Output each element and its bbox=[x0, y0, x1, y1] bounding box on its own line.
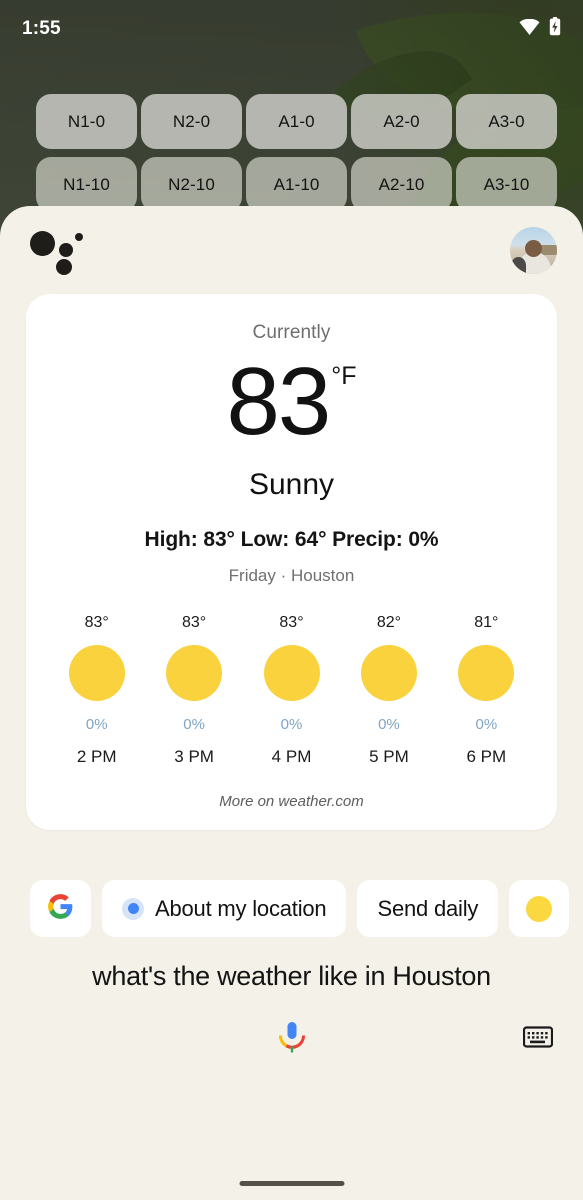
weather-card[interactable]: Currently 83 °F Sunny High: 83° Low: 64°… bbox=[26, 294, 557, 830]
google-g-icon bbox=[47, 893, 74, 925]
google-assistant-dots-icon[interactable] bbox=[30, 226, 86, 275]
hourly-time: 3 PM bbox=[174, 747, 214, 766]
sun-icon bbox=[360, 645, 417, 701]
mic-button[interactable] bbox=[272, 1020, 312, 1060]
hourly-forecast: 83° 0% 2 PM 83° 0% 3 PM 83° 0% 4 PM 82° … bbox=[44, 614, 539, 767]
hourly-item: 83° 0% 4 PM bbox=[243, 614, 340, 767]
current-temperature: 83 bbox=[226, 348, 331, 455]
home-widget-grid: N1-0 N2-0 A1-0 A2-0 A3-0 N1-10 N2-10 A1-… bbox=[36, 94, 583, 212]
assistant-bottom-bar bbox=[0, 1012, 583, 1068]
widget-button[interactable]: N1-0 bbox=[36, 94, 137, 149]
hourly-temp: 81° bbox=[474, 614, 499, 631]
widget-button[interactable]: A1-10 bbox=[246, 157, 347, 212]
hourly-temp: 83° bbox=[182, 614, 207, 631]
hourly-temp: 83° bbox=[279, 614, 304, 631]
widget-button[interactable]: N1-10 bbox=[36, 157, 137, 212]
widget-button[interactable]: A3-0 bbox=[456, 94, 557, 149]
sun-icon bbox=[458, 645, 515, 701]
temperature-unit: °F bbox=[331, 362, 357, 390]
more-on-weather-link[interactable]: More on weather.com bbox=[44, 793, 539, 810]
widget-row-2: N1-10 N2-10 A1-10 A2-10 A3-10 bbox=[36, 157, 583, 212]
chip-weather-overflow[interactable] bbox=[509, 880, 570, 937]
sun-icon bbox=[68, 645, 125, 701]
widget-button[interactable]: A1-0 bbox=[246, 94, 347, 149]
widget-button[interactable]: A2-10 bbox=[351, 157, 452, 212]
keyboard-button[interactable] bbox=[521, 1025, 555, 1055]
chip-google-search[interactable] bbox=[30, 880, 91, 937]
hourly-precip: 0% bbox=[85, 716, 108, 733]
phone-screen: 1:55 N1-0 N2-0 A1-0 A2-0 A3-0 N1-10 N2-1… bbox=[0, 0, 583, 1200]
status-bar: 1:55 bbox=[0, 0, 583, 58]
hourly-precip: 0% bbox=[280, 716, 303, 733]
assistant-header bbox=[0, 206, 583, 294]
widget-button[interactable]: A2-0 bbox=[351, 94, 452, 149]
sun-icon bbox=[166, 645, 223, 701]
hourly-item: 83° 0% 2 PM bbox=[48, 614, 145, 767]
hourly-time: 6 PM bbox=[466, 747, 507, 766]
chip-label: Send daily bbox=[377, 895, 479, 921]
sun-icon bbox=[526, 895, 553, 922]
widget-row-1: N1-0 N2-0 A1-0 A2-0 A3-0 bbox=[36, 94, 583, 149]
hourly-precip: 0% bbox=[183, 716, 205, 733]
wifi-icon bbox=[519, 18, 540, 40]
hourly-precip: 0% bbox=[378, 716, 400, 733]
chip-about-my-location[interactable]: About my location bbox=[102, 880, 347, 937]
hourly-item: 83° 0% 3 PM bbox=[145, 614, 242, 767]
high-low-precip: High: 83° Low: 64° Precip: 0% bbox=[144, 528, 439, 551]
hourly-time: 4 PM bbox=[271, 747, 312, 766]
status-bar-icons bbox=[519, 17, 561, 41]
weather-card-container: Currently 83 °F Sunny High: 83° Low: 64°… bbox=[0, 294, 583, 830]
widget-button[interactable]: A3-10 bbox=[456, 157, 557, 212]
suggestion-chips: About my location Send daily bbox=[0, 880, 583, 937]
hourly-temp: 83° bbox=[84, 614, 109, 631]
sun-icon bbox=[263, 645, 320, 701]
hourly-time: 2 PM bbox=[76, 747, 117, 766]
currently-label: Currently bbox=[252, 322, 331, 343]
blue-location-dot-icon bbox=[122, 897, 144, 920]
weather-condition: Sunny bbox=[248, 468, 335, 501]
hourly-item: 82° 0% 5 PM bbox=[340, 614, 437, 767]
chip-send-daily[interactable]: Send daily bbox=[357, 880, 499, 937]
user-query-text: what's the weather like in Houston bbox=[92, 961, 491, 991]
chip-label: About my location bbox=[155, 895, 327, 921]
hourly-temp: 82° bbox=[376, 614, 402, 631]
status-bar-clock: 1:55 bbox=[22, 18, 61, 39]
user-avatar[interactable] bbox=[510, 226, 557, 274]
home-indicator[interactable] bbox=[239, 1181, 344, 1186]
day-location: Friday · Houston bbox=[228, 566, 355, 585]
google-mic-icon bbox=[277, 1020, 307, 1059]
widget-button[interactable]: N2-10 bbox=[141, 157, 242, 212]
hourly-time: 5 PM bbox=[369, 747, 409, 766]
hourly-item: 81° 0% 6 PM bbox=[438, 614, 535, 767]
assistant-panel: Currently 83 °F Sunny High: 83° Low: 64°… bbox=[0, 206, 583, 1200]
current-temperature-row: 83 °F bbox=[44, 350, 539, 454]
keyboard-icon bbox=[522, 1025, 554, 1054]
hourly-precip: 0% bbox=[475, 716, 498, 733]
widget-button[interactable]: N2-0 bbox=[141, 94, 242, 149]
battery-charging-icon bbox=[549, 17, 561, 41]
